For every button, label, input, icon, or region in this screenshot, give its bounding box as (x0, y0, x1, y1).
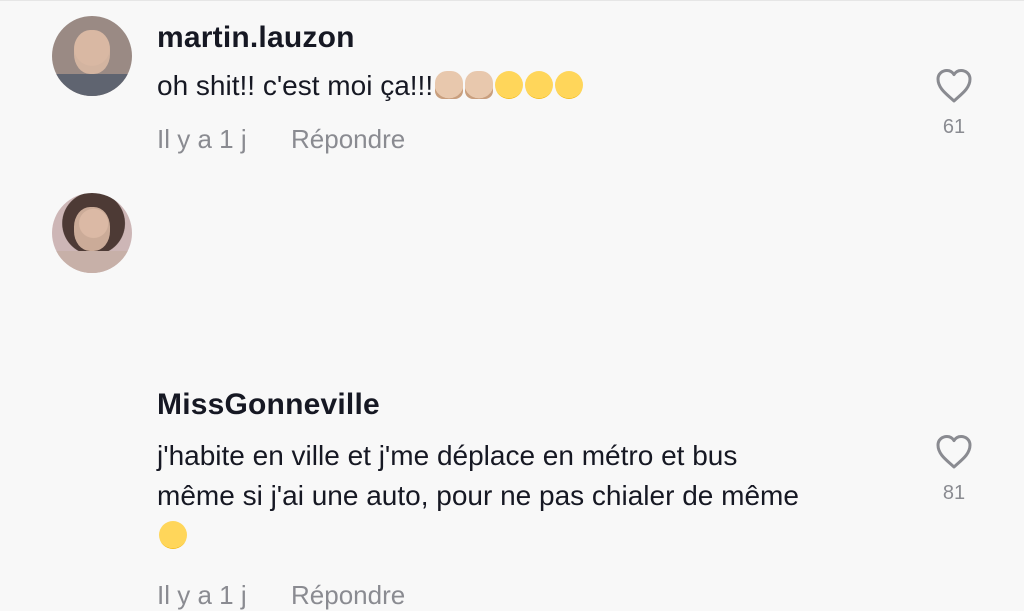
face-with-tears-of-joy-icon (495, 71, 524, 99)
person-raising-hand-icon (435, 71, 464, 99)
like-control[interactable]: 81 (924, 434, 984, 505)
comment-item: MissGonneville j'habite en ville et j'me… (0, 190, 1024, 610)
like-count: 81 (942, 482, 966, 504)
like-control[interactable]: 61 (924, 68, 984, 139)
comment-text: oh shit!! c'est moi ça!!! (157, 66, 584, 106)
avatar-shirt (52, 251, 132, 273)
person-facepalming-icon (465, 71, 494, 99)
comment-emoji-line (157, 516, 799, 556)
comment-username[interactable]: martin.lauzon (157, 21, 355, 55)
comment-text-line: j'habite en ville et j'me déplace en mét… (157, 440, 738, 471)
comment-text-main: oh shit!! c'est moi ça!!! (157, 70, 434, 101)
comment-text: j'habite en ville et j'me déplace en mét… (157, 436, 799, 556)
comment-meta: Il y a 1 j Répondre (157, 580, 405, 611)
like-count: 61 (942, 116, 966, 138)
comment-text-line: même si j'ai une auto, pour ne pas chial… (157, 480, 799, 511)
heart-icon[interactable] (934, 68, 974, 104)
avatar-face (74, 207, 110, 251)
reply-button[interactable]: Répondre (291, 124, 405, 155)
avatar-face (74, 30, 110, 74)
heart-icon[interactable] (934, 434, 974, 470)
comment-time: Il y a 1 j (157, 124, 247, 154)
reply-button[interactable]: Répondre (291, 580, 405, 611)
face-with-tears-of-joy-icon (555, 71, 584, 99)
comment-meta: Il y a 1 j Répondre (157, 124, 405, 155)
avatar-shirt (52, 74, 132, 96)
comment-username[interactable]: MissGonneville (157, 388, 380, 422)
face-with-tears-of-joy-icon (525, 71, 554, 99)
comment-item: martin.lauzon oh shit!! c'est moi ça!!! … (0, 0, 1024, 190)
avatar[interactable] (52, 16, 132, 96)
comment-time: Il y a 1 j (157, 580, 247, 610)
grinning-squinting-face-icon (159, 521, 187, 549)
avatar[interactable] (52, 193, 132, 273)
